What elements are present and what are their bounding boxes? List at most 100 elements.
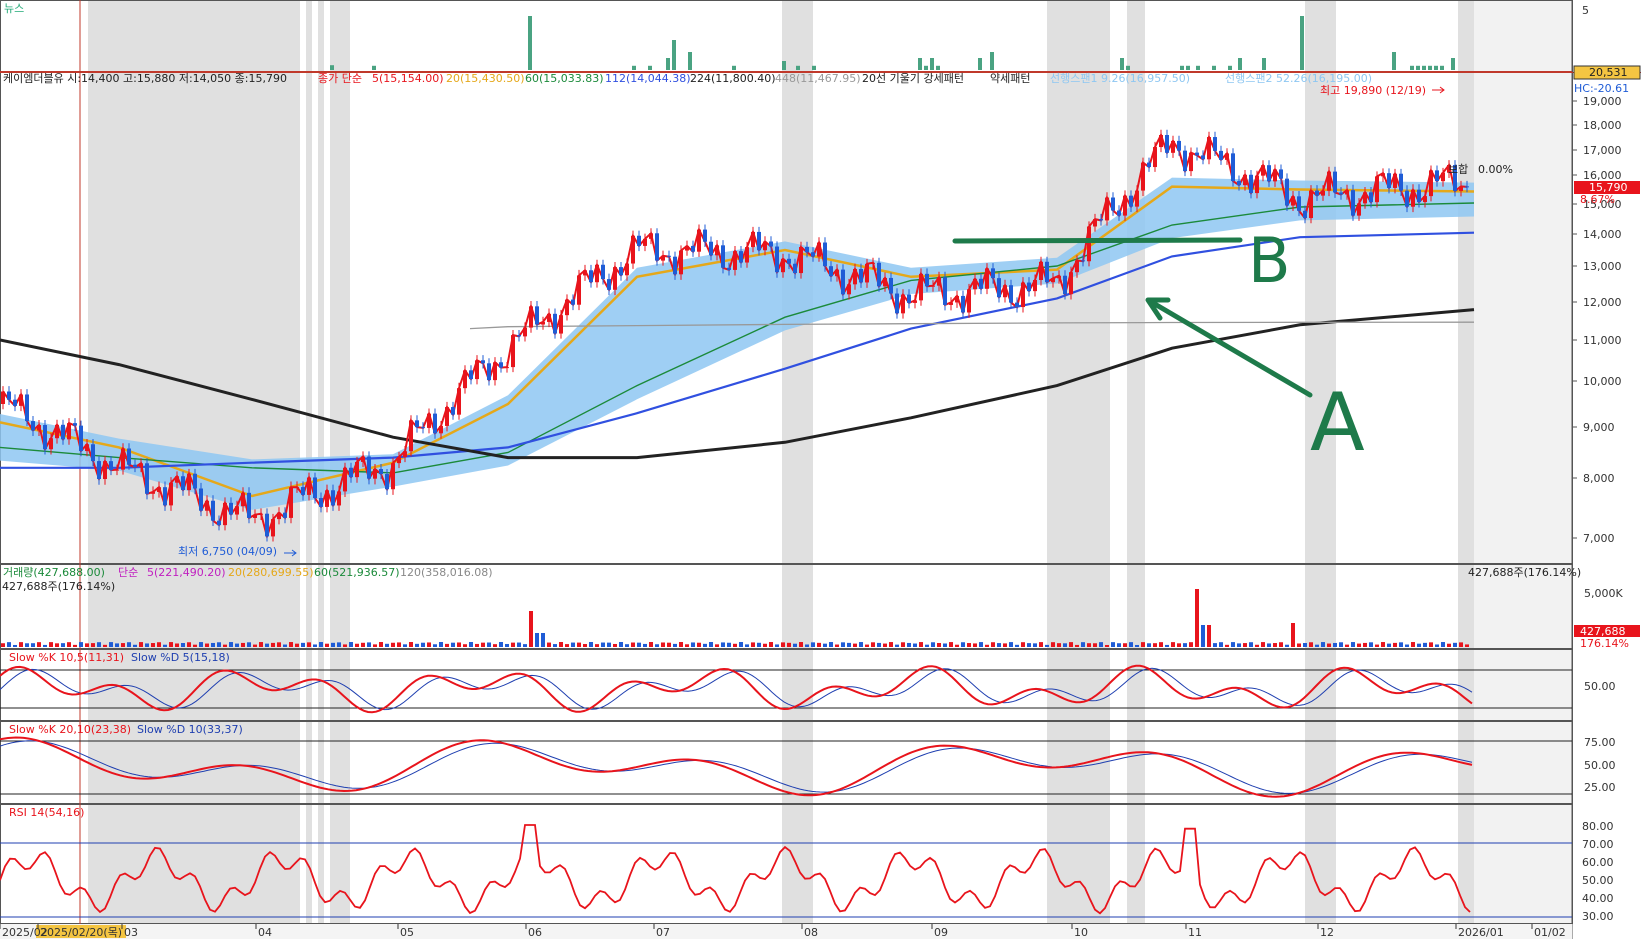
candle-body bbox=[343, 467, 347, 492]
candle-body bbox=[1309, 190, 1313, 219]
candle-body bbox=[1015, 302, 1019, 308]
volume-bar bbox=[1135, 644, 1139, 647]
candle-body bbox=[505, 367, 509, 369]
candle-body bbox=[277, 512, 281, 520]
volume-bar bbox=[919, 642, 923, 647]
volume-bar bbox=[859, 642, 863, 647]
shade-band bbox=[1127, 0, 1145, 924]
price-tick-label: 8,000 bbox=[1583, 472, 1615, 485]
candle-body bbox=[1009, 285, 1013, 303]
candle-body bbox=[733, 251, 737, 270]
candle-body bbox=[1213, 137, 1217, 151]
candle-body bbox=[1279, 169, 1283, 179]
volume-tick: 5,000K bbox=[1584, 587, 1623, 600]
volume-bar bbox=[469, 642, 473, 647]
volume-bar bbox=[325, 643, 329, 647]
candle-body bbox=[43, 425, 47, 450]
volume-bar bbox=[967, 643, 971, 647]
candle-body bbox=[457, 388, 461, 415]
volume-bar bbox=[1129, 642, 1133, 647]
candle-body bbox=[991, 268, 995, 279]
candle-body bbox=[511, 335, 515, 368]
candle-body bbox=[313, 477, 317, 499]
volume-bar bbox=[1315, 644, 1319, 647]
volume-bar bbox=[1303, 642, 1307, 647]
volume-bar bbox=[1255, 644, 1259, 647]
candle-body bbox=[1393, 173, 1397, 188]
candle-body bbox=[469, 370, 473, 380]
news-bar bbox=[1120, 58, 1124, 70]
news-bar bbox=[648, 65, 652, 70]
news-bar bbox=[1410, 65, 1414, 70]
candle-body bbox=[1459, 186, 1463, 191]
candle-body bbox=[187, 473, 191, 491]
rsi-tick-50: 50.00 bbox=[1582, 874, 1614, 887]
volume-bar bbox=[175, 643, 179, 647]
label-a: A bbox=[1310, 376, 1365, 469]
volume-bar bbox=[1411, 642, 1415, 647]
volume-bar bbox=[1207, 625, 1211, 647]
news-bar bbox=[330, 65, 334, 70]
news-bar bbox=[1180, 65, 1184, 70]
volume-bar bbox=[61, 643, 65, 647]
candle-body bbox=[1357, 203, 1361, 216]
volume-bar bbox=[565, 644, 569, 647]
x-tick-label: 07 bbox=[656, 926, 670, 939]
stoch2-d-label: Slow %D 10(33,37) bbox=[137, 723, 243, 736]
volume-bar bbox=[805, 644, 809, 647]
candle-body bbox=[553, 313, 557, 334]
volume-bar bbox=[1087, 643, 1091, 647]
price-tick-label: 18,000 bbox=[1583, 119, 1622, 132]
candle-body bbox=[601, 264, 605, 280]
candle-body bbox=[151, 491, 155, 494]
volume-bar bbox=[247, 642, 251, 647]
news-bar bbox=[372, 65, 376, 70]
volume-bar bbox=[1447, 643, 1451, 647]
news-label: 뉴스 bbox=[4, 2, 24, 15]
volume-bar bbox=[871, 642, 875, 647]
candle-body bbox=[229, 502, 233, 515]
candle-body bbox=[1297, 196, 1301, 211]
candle-body bbox=[55, 424, 59, 439]
candle-body bbox=[727, 267, 731, 270]
legend-span1: 선행스팬1 9.26(16,957.50) bbox=[1050, 72, 1190, 85]
volume-bar bbox=[1063, 643, 1067, 647]
candle-body bbox=[241, 492, 245, 507]
price-tick-label: 13,000 bbox=[1583, 260, 1622, 273]
news-bar bbox=[1238, 58, 1242, 70]
low-label: 최저 6,750 (04/09) bbox=[178, 545, 277, 558]
candle-body bbox=[1159, 134, 1163, 148]
candle-body bbox=[307, 477, 311, 495]
candle-body bbox=[217, 520, 221, 526]
volume-title: 거래량(427,688.00) bbox=[3, 566, 105, 579]
volume-bar bbox=[511, 642, 515, 647]
candle-body bbox=[847, 284, 851, 295]
volume-bar bbox=[523, 644, 527, 647]
candle-body bbox=[685, 245, 689, 251]
volume-bar bbox=[97, 642, 101, 647]
news-bar bbox=[1451, 58, 1455, 70]
candle-body bbox=[523, 327, 527, 337]
candle-body bbox=[487, 363, 491, 381]
legend-ma112: 112(14,044.38) bbox=[605, 72, 691, 85]
volume-bar bbox=[463, 644, 467, 647]
volume-bar bbox=[811, 642, 815, 647]
volume-bar bbox=[487, 642, 491, 647]
candle-body bbox=[613, 267, 617, 290]
candle-body bbox=[1069, 272, 1073, 295]
candle-body bbox=[163, 487, 167, 506]
price-tick-label: 12,000 bbox=[1583, 296, 1622, 309]
volume-bar bbox=[1159, 642, 1163, 647]
candle-body bbox=[841, 269, 845, 295]
candle-body bbox=[1243, 174, 1247, 186]
volume-bar bbox=[403, 644, 407, 647]
candle-body bbox=[967, 289, 971, 313]
candle-body bbox=[1123, 195, 1127, 216]
candle-body bbox=[1345, 190, 1349, 195]
volume-bar bbox=[433, 644, 437, 647]
candle-body bbox=[181, 476, 185, 491]
candle-body bbox=[1231, 153, 1235, 182]
price-tick-label: 7,000 bbox=[1583, 532, 1615, 545]
candle-body bbox=[787, 258, 791, 264]
candle-body bbox=[745, 247, 749, 263]
